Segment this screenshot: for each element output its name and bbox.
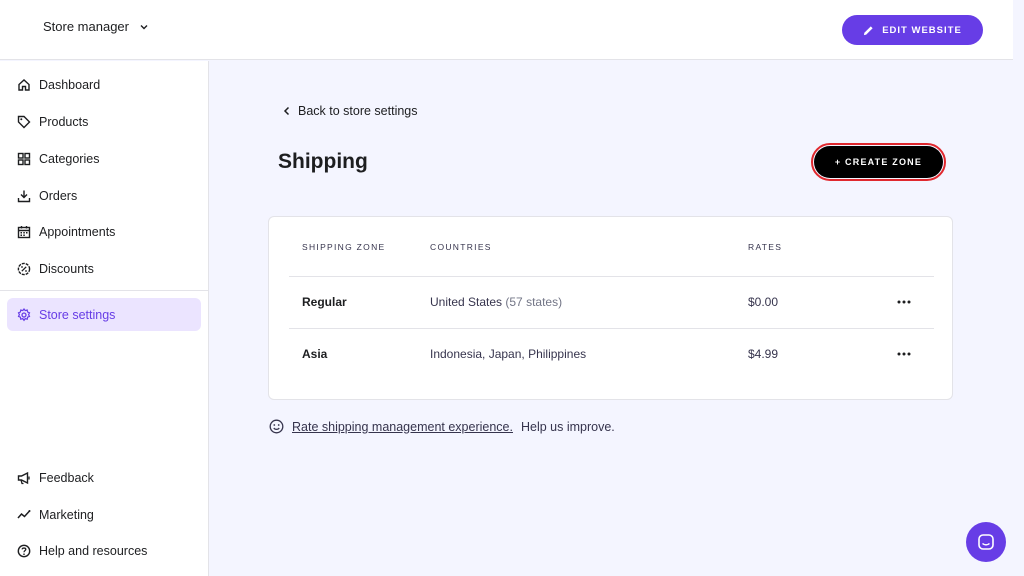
- chevron-left-icon: [283, 106, 290, 116]
- gear-icon: [17, 307, 31, 321]
- column-header-rates: RATES: [748, 242, 783, 252]
- sidebar-item-label: Feedback: [39, 470, 94, 485]
- sidebar-item-help[interactable]: Help and resources: [7, 534, 201, 567]
- pencil-icon: [864, 25, 873, 35]
- shipping-zones-table: SHIPPING ZONE COUNTRIES RATES Regular Un…: [268, 216, 953, 400]
- zone-countries: Indonesia, Japan, Philippines: [430, 347, 586, 361]
- sidebar-item-label: Dashboard: [39, 77, 101, 92]
- sidebar-item-label: Categories: [39, 151, 100, 166]
- zone-rate: $4.99: [748, 347, 779, 361]
- column-header-zone: SHIPPING ZONE: [302, 242, 386, 252]
- sidebar-item-label: Marketing: [39, 507, 94, 522]
- sidebar-item-orders[interactable]: Orders: [7, 179, 201, 212]
- chat-icon: [978, 534, 994, 550]
- help-icon: [17, 544, 31, 557]
- zone-name: Regular: [302, 295, 347, 309]
- store-switcher[interactable]: Store manager: [43, 19, 149, 34]
- feedback-prompt: Rate shipping management experience. Hel…: [269, 419, 615, 434]
- zone-countries: United States (57 states): [430, 295, 562, 309]
- countries-note: (57 states): [505, 295, 563, 309]
- sidebar-item-label: Appointments: [39, 224, 116, 239]
- page-title: Shipping: [278, 150, 368, 173]
- scrollbar[interactable]: [1013, 0, 1024, 576]
- calendar-icon: [17, 225, 31, 238]
- zone-rate: $0.00: [748, 295, 779, 309]
- sidebar-item-discounts[interactable]: Discounts: [7, 252, 201, 285]
- sidebar-divider: [0, 290, 208, 291]
- back-link-label: Back to store settings: [298, 104, 418, 118]
- top-header: Store manager EDIT WEBSITE: [0, 0, 1013, 60]
- sidebar-item-feedback[interactable]: Feedback: [7, 461, 201, 494]
- chart-icon: [17, 509, 31, 518]
- sidebar-item-categories[interactable]: Categories: [7, 142, 201, 175]
- sidebar-item-label: Discounts: [39, 261, 94, 276]
- edit-website-button[interactable]: EDIT WEBSITE: [842, 15, 983, 45]
- tag-icon: [17, 115, 31, 128]
- more-options-button[interactable]: [894, 293, 914, 311]
- main-content: Back to store settings Shipping + CREATE…: [209, 61, 1013, 576]
- more-horizontal-icon: [897, 352, 911, 356]
- edit-website-label: EDIT WEBSITE: [882, 24, 962, 36]
- more-options-button[interactable]: [894, 345, 914, 363]
- countries-list: Indonesia, Japan, Philippines: [430, 347, 587, 361]
- sidebar-item-dashboard[interactable]: Dashboard: [7, 68, 201, 101]
- table-row[interactable]: Asia Indonesia, Japan, Philippines $4.99: [289, 328, 934, 380]
- sidebar-item-marketing[interactable]: Marketing: [7, 498, 201, 531]
- more-horizontal-icon: [897, 300, 911, 304]
- discount-icon: [17, 262, 31, 275]
- sidebar-item-products[interactable]: Products: [7, 105, 201, 138]
- home-icon: [18, 78, 30, 91]
- column-header-countries: COUNTRIES: [430, 242, 492, 252]
- table-row[interactable]: Regular United States (57 states) $0.00: [289, 276, 934, 328]
- chat-button[interactable]: [966, 522, 1006, 562]
- zone-name: Asia: [302, 347, 328, 361]
- feedback-text: Help us improve.: [520, 419, 615, 434]
- store-switcher-label: Store manager: [43, 19, 129, 34]
- sidebar: Dashboard Products Categories Orders App…: [0, 61, 209, 576]
- sidebar-item-store-settings[interactable]: Store settings: [7, 298, 201, 331]
- sidebar-item-appointments[interactable]: Appointments: [7, 215, 201, 248]
- download-icon: [17, 190, 31, 202]
- back-to-store-settings-link[interactable]: Back to store settings: [282, 104, 418, 118]
- sidebar-item-label: Orders: [39, 188, 78, 203]
- countries-list: United States: [430, 295, 503, 309]
- sidebar-item-label: Help and resources: [39, 543, 148, 558]
- sidebar-item-label: Store settings: [39, 307, 116, 322]
- rate-experience-link[interactable]: Rate shipping management experience.: [292, 420, 513, 434]
- sidebar-item-label: Products: [39, 114, 89, 129]
- smiley-icon: [269, 419, 284, 434]
- grid-icon: [17, 152, 31, 165]
- create-zone-button[interactable]: + CREATE ZONE: [811, 143, 946, 181]
- chevron-down-icon: [140, 24, 148, 29]
- megaphone-icon: [17, 471, 30, 484]
